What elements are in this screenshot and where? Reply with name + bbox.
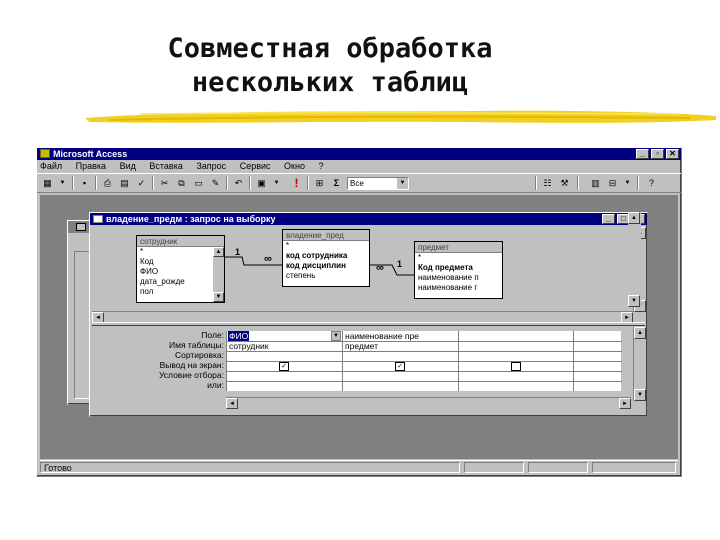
spelling-icon[interactable]: ✓ [134,176,149,190]
grid-table-cell[interactable]: предмет [345,341,457,351]
menu-tools[interactable]: Сервис [240,161,271,171]
show-checkbox[interactable]: ✓ [279,362,289,371]
grid-labels: Поле: Имя таблицы: Сортировка: Вывод на … [92,330,224,397]
query-title-bar: владение_предм : запрос на выборку _ □ ✕ [90,213,647,225]
chevron-down-icon[interactable]: ▼ [331,331,341,341]
query-window-icon [93,215,103,223]
grid-field-cell[interactable]: ФИО ▼ [228,331,341,341]
query-type-dropdown-icon[interactable]: ▼ [269,176,284,190]
slide-title: Совместная обработка нескольких таблиц [167,33,493,98]
database-window-icon[interactable]: ▥ [588,176,603,190]
show-table-icon[interactable]: ⊞ [312,176,327,190]
new-object-icon[interactable]: ⊟ [605,176,620,190]
query-minimize-button[interactable]: _ [602,214,615,224]
minimize-button[interactable]: _ [636,149,649,159]
query-window-title: владение_предм : запрос на выборку [106,214,276,224]
status-text: Готово [40,462,460,473]
properties-icon[interactable]: ☷ [540,176,555,190]
menu-bar: Файл Правка Вид Вставка Запрос Сервис Ок… [37,160,681,173]
workspace: владение_предм : запрос на выборку _ □ ✕… [40,195,678,459]
design-grid: Поле: Имя таблицы: Сортировка: Вывод на … [92,327,646,411]
paste-icon[interactable]: ▭ [191,176,206,190]
restore-button[interactable]: ▫ [651,149,664,159]
grid-field-cell[interactable]: наименование пре [345,331,457,341]
status-panel [464,462,524,473]
totals-icon[interactable]: Σ [329,176,344,190]
copy-icon[interactable]: ⧉ [174,176,189,190]
relation-many-label: ∞ [264,253,272,265]
run-icon[interactable]: ! [289,176,304,190]
menu-help[interactable]: ? [318,161,323,171]
status-panel [528,462,588,473]
view-dropdown-icon[interactable]: ▼ [55,176,70,190]
save-icon[interactable]: ▪ [77,176,92,190]
menu-insert[interactable]: Вставка [149,161,182,171]
menu-file[interactable]: Файл [40,161,62,171]
query-type-icon[interactable]: ▣ [254,176,269,190]
print-preview-icon[interactable]: ▤ [117,176,132,190]
workspace-vscroll[interactable]: ▲ ▼ [628,212,641,307]
top-values-value: Все [350,179,364,188]
format-painter-icon[interactable]: ✎ [208,176,223,190]
toolbar: ▦ ▼ ▪ ⎙ ▤ ✓ ✂ ⧉ ▭ ✎ ↶ ▣ ▼ ! ⊞ Σ Все ▼ ☷ … [37,173,681,193]
access-window: Microsoft Access _ ▫ ✕ Файл Правка Вид В… [36,147,682,477]
print-icon[interactable]: ⎙ [100,176,115,190]
table-pane: сотрудник * Код ФИО дата_рожде пол ▲ ▼ в… [92,227,646,323]
database-window-icon [76,223,86,231]
build-icon[interactable]: ⚒ [557,176,572,190]
show-checkbox[interactable] [511,362,521,371]
close-button[interactable]: ✕ [666,149,679,159]
relation-one-label: 1 [235,247,241,257]
grid-cells: ФИО ▼ наименование пре сотрудник предмет… [226,331,622,391]
cut-icon[interactable]: ✂ [157,176,172,190]
grid-field-value: ФИО [228,331,250,341]
chevron-down-icon: ▼ [397,178,408,189]
relation-many-label: ∞ [376,262,384,274]
app-title-bar: Microsoft Access _ ▫ ✕ [37,148,681,160]
menu-window[interactable]: Окно [284,161,305,171]
pane-divider[interactable] [92,322,645,326]
undo-icon[interactable]: ↶ [231,176,246,190]
status-panel [592,462,676,473]
row-label-or: или: [207,380,224,390]
show-checkbox[interactable]: ✓ [395,362,405,371]
grid-vscroll[interactable]: ▲ ▼ [633,327,646,401]
menu-view[interactable]: Вид [120,161,136,171]
table-pane-hscroll[interactable]: ◄ ► [92,311,633,323]
menu-query[interactable]: Запрос [196,161,226,171]
menu-edit[interactable]: Правка [76,161,106,171]
app-title: Microsoft Access [53,149,128,159]
view-icon[interactable]: ▦ [40,176,55,190]
help-icon[interactable]: ? [644,176,659,190]
top-values-combo[interactable]: Все ▼ [347,177,409,190]
grid-table-cell[interactable]: сотрудник [229,341,341,351]
status-bar: Готово [40,460,678,473]
access-key-icon [40,149,50,158]
query-design-window: владение_предм : запрос на выборку _ □ ✕… [89,212,648,417]
grid-hscroll[interactable]: ◄ ► [226,397,631,409]
yellow-brush-underline [85,110,716,123]
relation-one-label: 1 [397,259,403,269]
relationship-lines [225,256,414,276]
new-object-dropdown-icon[interactable]: ▼ [620,176,635,190]
